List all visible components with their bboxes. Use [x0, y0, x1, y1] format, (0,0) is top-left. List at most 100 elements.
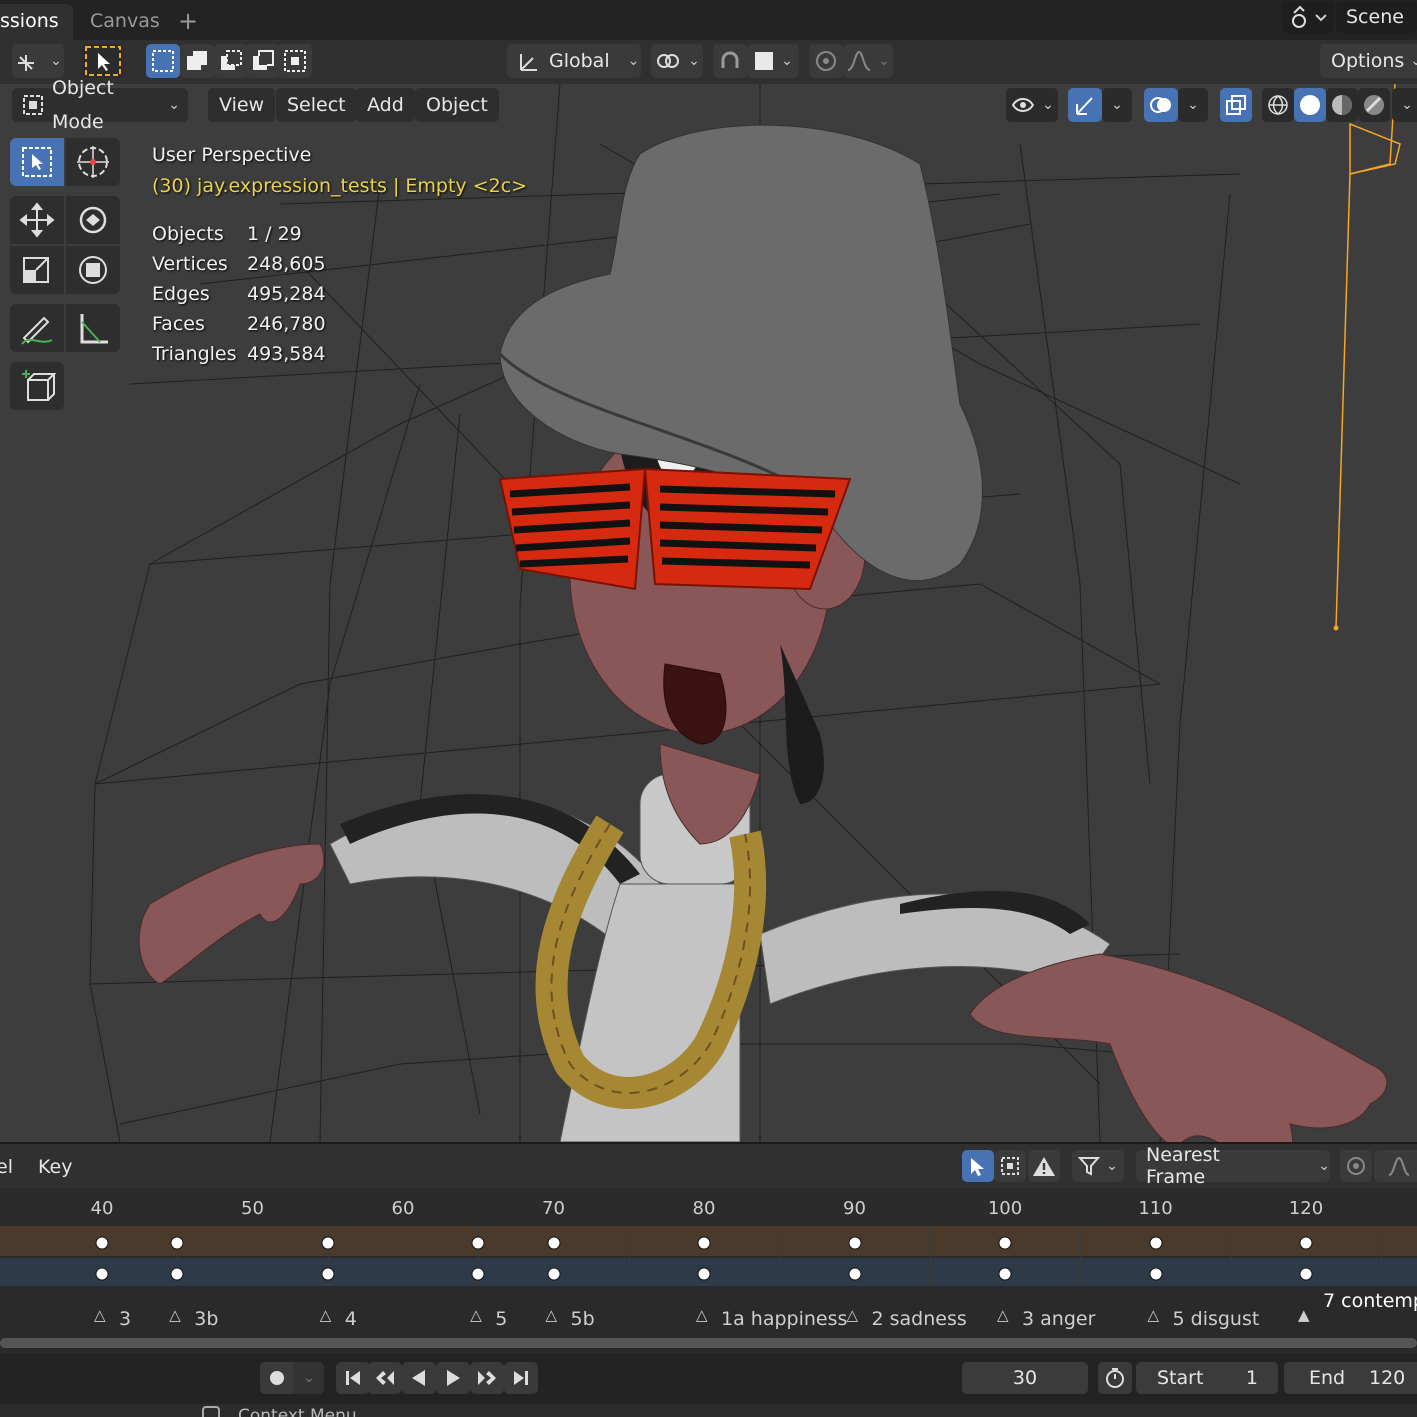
keyframe[interactable]	[95, 1236, 109, 1250]
timeline-scrollbar[interactable]	[0, 1338, 1417, 1348]
prev-keyframe-button[interactable]	[368, 1362, 402, 1394]
tool-add-cube[interactable]	[10, 362, 64, 410]
shading-solid-button[interactable]	[1294, 88, 1326, 122]
overlays-toggle-button[interactable]	[1144, 88, 1178, 122]
keyframe[interactable]	[471, 1267, 485, 1281]
tool-scale[interactable]	[10, 246, 64, 294]
marker-triangle-icon[interactable]: △	[847, 1306, 859, 1324]
gizmo-dropdown[interactable]: ⌄	[1102, 88, 1132, 122]
gizmo-toggle-button[interactable]	[1068, 88, 1102, 122]
timeline-marks: △ 3 △ 3b △ 4 △ 5 △ 5b △ 1a happiness △ 2 sadness △ 3 an…	[0, 1142, 1417, 1342]
snap-target-dropdown[interactable]: ⌄	[747, 44, 799, 78]
preview-range-button[interactable]	[1098, 1362, 1132, 1394]
xray-toggle-button[interactable]	[1220, 88, 1252, 122]
marker-triangle-icon[interactable]: △	[546, 1306, 558, 1324]
marker-triangle-icon[interactable]: △	[94, 1306, 106, 1324]
snap-toggle-button[interactable]	[713, 44, 747, 78]
select-mode-intersect-button[interactable]	[278, 44, 312, 78]
shading-rendered-button[interactable]	[1358, 88, 1390, 122]
keyframe[interactable]	[697, 1236, 711, 1250]
orientation-label: Global	[549, 50, 610, 72]
tool-rotate[interactable]	[66, 196, 120, 244]
shading-material-button[interactable]	[1326, 88, 1358, 122]
shading-wireframe-button[interactable]	[1262, 88, 1294, 122]
keyframe[interactable]	[321, 1236, 335, 1250]
tab-canvas[interactable]: Canvas	[76, 4, 174, 40]
marker-label: 5	[495, 1308, 508, 1330]
plus-icon[interactable]: +	[178, 4, 198, 38]
overlays-dropdown[interactable]: ⌄	[1178, 88, 1208, 122]
select-mode-extend-button[interactable]	[180, 44, 214, 78]
keyframe[interactable]	[547, 1267, 560, 1281]
tool-cursor[interactable]	[66, 138, 120, 186]
stat-faces-label: Faces	[152, 313, 205, 335]
marker-triangle-icon[interactable]: △	[696, 1306, 708, 1324]
keyframe[interactable]	[1299, 1267, 1313, 1281]
keyframe[interactable]	[848, 1267, 861, 1281]
marker-triangle-icon[interactable]: ▲	[1298, 1306, 1310, 1324]
tool-header: ⌄ Global ⌄ ⌄ ⌄ ⌄ Options ⌄	[0, 40, 1417, 84]
material-sphere-icon	[1332, 95, 1352, 115]
play-button[interactable]	[436, 1362, 470, 1394]
end-frame-field[interactable]: End 120	[1284, 1362, 1417, 1394]
marker-triangle-icon[interactable]: △	[169, 1306, 181, 1324]
keyframe[interactable]	[95, 1267, 109, 1281]
menu-select[interactable]: Select	[276, 88, 357, 122]
menu-view[interactable]: View	[208, 88, 276, 122]
proportional-falloff-dropdown[interactable]: ⌄	[843, 44, 893, 78]
play-reverse-button[interactable]	[402, 1362, 436, 1394]
keyframe[interactable]	[1149, 1267, 1162, 1281]
keyframe[interactable]	[170, 1267, 184, 1281]
select-mode-subtract-button[interactable]	[214, 44, 248, 78]
visibility-dropdown[interactable]: ⌄	[1006, 88, 1058, 122]
select-mode-difference-button[interactable]	[246, 44, 280, 78]
menu-add[interactable]: Add	[356, 88, 415, 122]
keying-dropdown[interactable]: ⌄	[294, 1362, 324, 1394]
start-frame-field[interactable]: Start 1	[1136, 1362, 1278, 1394]
tool-move[interactable]	[10, 196, 64, 244]
options-dropdown[interactable]: Options ⌄	[1320, 44, 1417, 78]
pivot-point-dropdown[interactable]: ⌄	[651, 44, 703, 78]
tool-measure[interactable]	[66, 304, 120, 352]
prev-keyframe-icon	[376, 1371, 394, 1385]
keyframe[interactable]	[1149, 1236, 1162, 1250]
keyframe[interactable]	[170, 1236, 184, 1250]
proportional-edit-button[interactable]	[809, 44, 843, 78]
keyframe[interactable]	[697, 1267, 711, 1281]
jump-end-button[interactable]	[504, 1362, 538, 1394]
transform-orientation-dropdown[interactable]: Global ⌄	[507, 44, 641, 78]
shading-dropdown[interactable]: ⌄	[1392, 88, 1417, 122]
timeline-editor[interactable]: el Key ⌄ Nearest Frame ⌄ 40 50 60 70 80 90 100 1…	[0, 1142, 1417, 1417]
wireframe-sphere-icon	[1268, 95, 1288, 115]
next-keyframe-button[interactable]	[470, 1362, 504, 1394]
scene-selector[interactable]	[1282, 1, 1334, 33]
tool-annotate[interactable]	[10, 304, 64, 352]
ruler-grid-line	[1381, 1226, 1382, 1286]
jump-start-button[interactable]	[336, 1362, 370, 1394]
marker-triangle-icon[interactable]: △	[997, 1306, 1009, 1324]
keyframe[interactable]	[848, 1236, 861, 1250]
marker-triangle-icon[interactable]: △	[470, 1306, 482, 1324]
jump-start-icon	[346, 1371, 360, 1385]
tab-workspace-active[interactable]: ssions	[0, 4, 73, 40]
keyframe[interactable]	[321, 1267, 335, 1281]
tool-select-box[interactable]	[10, 138, 64, 186]
scene-name[interactable]: Scene	[1336, 1, 1417, 33]
marker-label: 4	[344, 1308, 357, 1330]
keyframe[interactable]	[547, 1236, 560, 1250]
current-frame-field[interactable]: 30	[962, 1362, 1088, 1394]
stopwatch-icon	[1106, 1368, 1124, 1388]
menu-object[interactable]: Object	[415, 88, 499, 122]
keyframe[interactable]	[471, 1236, 485, 1250]
marker-triangle-icon[interactable]: △	[1148, 1306, 1160, 1324]
mode-dropdown[interactable]: Object Mode ⌄	[12, 77, 188, 133]
record-button[interactable]	[260, 1362, 294, 1394]
shutter-shades	[498, 467, 852, 591]
keyframe[interactable]	[998, 1267, 1012, 1281]
active-context: (30) jay.expression_tests | Empty <2c>	[152, 175, 528, 197]
keyframe[interactable]	[998, 1236, 1012, 1250]
keyframe[interactable]	[1299, 1236, 1313, 1250]
tool-transform[interactable]	[66, 246, 120, 294]
marker-triangle-icon[interactable]: △	[320, 1306, 332, 1324]
stat-objects-label: Objects	[152, 223, 224, 245]
